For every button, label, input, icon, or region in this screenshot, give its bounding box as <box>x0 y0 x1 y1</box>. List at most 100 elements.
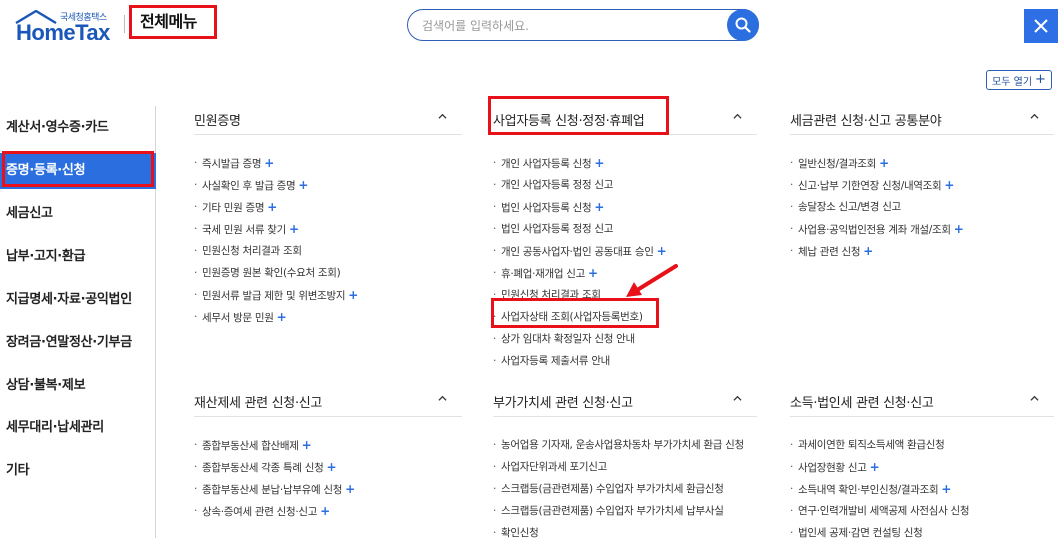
plus-icon[interactable]: + <box>588 266 598 280</box>
chevron-up-icon[interactable] <box>438 112 447 121</box>
sidebar-item[interactable]: 납부·고지·환급 <box>0 239 156 275</box>
menu-item-label: 상가 임대차 확정일자 신청 안내 <box>501 333 635 345</box>
section-divider <box>194 134 462 135</box>
plus-icon[interactable]: + <box>944 178 954 192</box>
menu-item[interactable]: 신고·납부 기한연장 신청/내역조회+ <box>790 178 964 200</box>
menu-item[interactable]: 사업자등록 제출서류 안내 <box>493 354 666 376</box>
plus-icon[interactable]: + <box>320 504 330 518</box>
plus-icon[interactable]: + <box>870 460 880 474</box>
menu-item[interactable]: 종합부동산세 각종 특례 신청+ <box>194 460 355 482</box>
menu-item[interactable]: 기타 민원 증명+ <box>194 200 358 222</box>
plus-icon[interactable]: + <box>657 244 667 258</box>
sidebar-item[interactable]: 상담·불복·제보 <box>0 368 156 404</box>
plus-icon[interactable]: + <box>879 156 889 170</box>
menu-item-label: 개인 사업자등록 신청 <box>501 158 592 170</box>
menu-item[interactable]: 사업용·공익법인전용 계좌 개설/조회+ <box>790 222 964 244</box>
plus-icon[interactable]: + <box>289 222 299 236</box>
menu-item[interactable]: 체납 관련 신청+ <box>790 244 964 266</box>
plus-icon[interactable]: + <box>264 156 274 170</box>
menu-item[interactable]: 스크랩등(금관련제품) 수입업자 부가가치세 납부사실 <box>493 504 744 526</box>
hometax-logo[interactable]: 국세청홈택스 HomeTax <box>14 8 126 46</box>
plus-icon[interactable]: + <box>326 460 336 474</box>
menu-item-label: 사업장현황 신고 <box>798 462 867 474</box>
menu-item[interactable]: 사업장현황 신고+ <box>790 460 969 482</box>
search-button[interactable] <box>727 9 759 41</box>
menu-item[interactable]: 국세 민원 서류 찾기+ <box>194 222 358 244</box>
logo-text: HomeTax <box>16 20 110 45</box>
chevron-up-icon[interactable] <box>1030 394 1039 403</box>
menu-item[interactable]: 민원증명 원본 확인(수요처 조회) <box>194 266 358 288</box>
sidebar-item[interactable]: 계산서·영수증·카드 <box>0 110 156 146</box>
menu-item[interactable]: 종합부동산세 합산배제+ <box>194 438 355 460</box>
menu-item[interactable]: 법인세 공제·감면 컨설팅 신청 <box>790 526 969 548</box>
menu-item-label: 스크랩등(금관련제품) 수입업자 부가가치세 환급신청 <box>501 483 724 495</box>
menu-item[interactable]: 개인 사업자등록 정정 신고 <box>493 178 666 200</box>
page-title: 전체메뉴 <box>129 5 217 39</box>
section-item-list: 농어업용 기자재, 운송사업용차동차 부가가치세 환급 신청사업자단위과세 포기… <box>493 438 744 548</box>
section-title[interactable]: 소득·법인세 관련 신청·신고 <box>790 392 934 411</box>
menu-item-label: 법인 사업자등록 정정 신고 <box>501 223 614 235</box>
menu-item[interactable]: 종합부동산세 분납·납부유예 신청+ <box>194 482 355 504</box>
plus-icon[interactable]: + <box>954 222 964 236</box>
menu-item-label: 송달장소 신고/변경 신고 <box>798 201 901 213</box>
menu-item-label: 민원증명 원본 확인(수요처 조회) <box>202 267 341 279</box>
plus-icon[interactable]: + <box>267 200 277 214</box>
item-highlight-box <box>491 298 659 328</box>
menu-item[interactable]: 사업자단위과세 포기신고 <box>493 460 744 482</box>
chevron-up-icon[interactable] <box>733 112 742 121</box>
menu-item-label: 과세이연한 퇴직소득세액 환급신청 <box>798 439 945 451</box>
plus-icon[interactable]: + <box>348 288 358 302</box>
section-title[interactable]: 민원증명 <box>194 110 241 129</box>
section-title[interactable]: 재산제세 관련 신청·신고 <box>194 392 322 411</box>
plus-icon: + <box>1035 72 1046 87</box>
expand-all-button[interactable]: 모두 열기 + <box>986 70 1052 90</box>
plus-icon[interactable]: + <box>594 156 604 170</box>
search-input[interactable] <box>422 17 712 35</box>
menu-item[interactable]: 연구·인력개발비 세액공제 사전심사 신청 <box>790 504 970 526</box>
menu-item[interactable]: 과세이연한 퇴직소득세액 환급신청 <box>790 438 969 460</box>
plus-icon[interactable]: + <box>277 310 287 324</box>
menu-item[interactable]: 송달장소 신고/변경 신고 <box>790 200 964 222</box>
plus-icon[interactable]: + <box>345 482 355 496</box>
sidebar-item[interactable]: 지급명세·자료·공익법인 <box>0 282 156 318</box>
menu-item[interactable]: 상속·증여세 관련 신청·신고+ <box>194 504 355 526</box>
pointer-arrow-icon <box>626 264 678 297</box>
menu-item-label: 개인 사업자등록 정정 신고 <box>501 179 614 191</box>
menu-item[interactable]: 즉시발급 증명+ <box>194 156 358 178</box>
menu-item[interactable]: 농어업용 기자재, 운송사업용차동차 부가가치세 환급 신청 <box>493 438 744 460</box>
sidebar-item[interactable]: 장려금·연말정산·기부금 <box>0 325 156 361</box>
close-button[interactable] <box>1024 9 1058 43</box>
menu-item-label: 스크랩등(금관련제품) 수입업자 부가가치세 납부사실 <box>501 505 724 517</box>
sidebar-highlight-box <box>2 151 154 187</box>
menu-item[interactable]: 민원서류 발급 제한 및 위변조방지+ <box>194 288 358 310</box>
plus-icon[interactable]: + <box>302 438 312 452</box>
plus-icon[interactable]: + <box>298 178 308 192</box>
sidebar-item[interactable]: 세금신고 <box>0 196 156 232</box>
chevron-up-icon[interactable] <box>733 394 742 403</box>
chevron-up-icon[interactable] <box>438 394 447 403</box>
menu-item[interactable]: 스크랩등(금관련제품) 수입업자 부가가치세 환급신청 <box>493 482 744 504</box>
expand-all-label: 모두 열기 <box>992 76 1033 88</box>
menu-item-label: 종합부동산세 각종 특례 신청 <box>202 462 324 474</box>
menu-item[interactable]: 소득내역 확인·부인신청/결과조회+ <box>790 482 969 504</box>
plus-icon[interactable]: + <box>941 482 951 496</box>
menu-item[interactable]: 일반신청/결과조회+ <box>790 156 964 178</box>
menu-item[interactable]: 법인 사업자등록 신청+ <box>493 200 666 222</box>
chevron-up-icon[interactable] <box>1030 112 1039 121</box>
sidebar-item[interactable]: 세무대리·납세관리 <box>0 410 156 446</box>
section-title[interactable]: 부가가치세 관련 신청·신고 <box>493 392 633 411</box>
section-divider <box>493 416 757 417</box>
menu-item[interactable]: 법인 사업자등록 정정 신고 <box>493 222 666 244</box>
menu-item[interactable]: 사실확인 후 발급 증명+ <box>194 178 358 200</box>
menu-item[interactable]: 개인 사업자등록 신청+ <box>493 156 666 178</box>
plus-icon[interactable]: + <box>594 200 604 214</box>
plus-icon[interactable]: + <box>863 244 873 258</box>
menu-item-label: 연구·인력개발비 세액공제 사전심사 신청 <box>798 505 970 517</box>
menu-item[interactable]: 확인신청 <box>493 526 744 548</box>
sidebar-item[interactable]: 기타 <box>0 453 156 489</box>
menu-item[interactable]: 세무서 방문 민원+ <box>194 310 358 332</box>
section-title[interactable]: 세금관련 신청·신고 공통분야 <box>790 110 942 129</box>
menu-item[interactable]: 상가 임대차 확정일자 신청 안내 <box>493 332 666 354</box>
section-item-list: 과세이연한 퇴직소득세액 환급신청사업장현황 신고+소득내역 확인·부인신청/결… <box>790 438 970 548</box>
menu-item[interactable]: 민원신청 처리결과 조회 <box>194 244 358 266</box>
